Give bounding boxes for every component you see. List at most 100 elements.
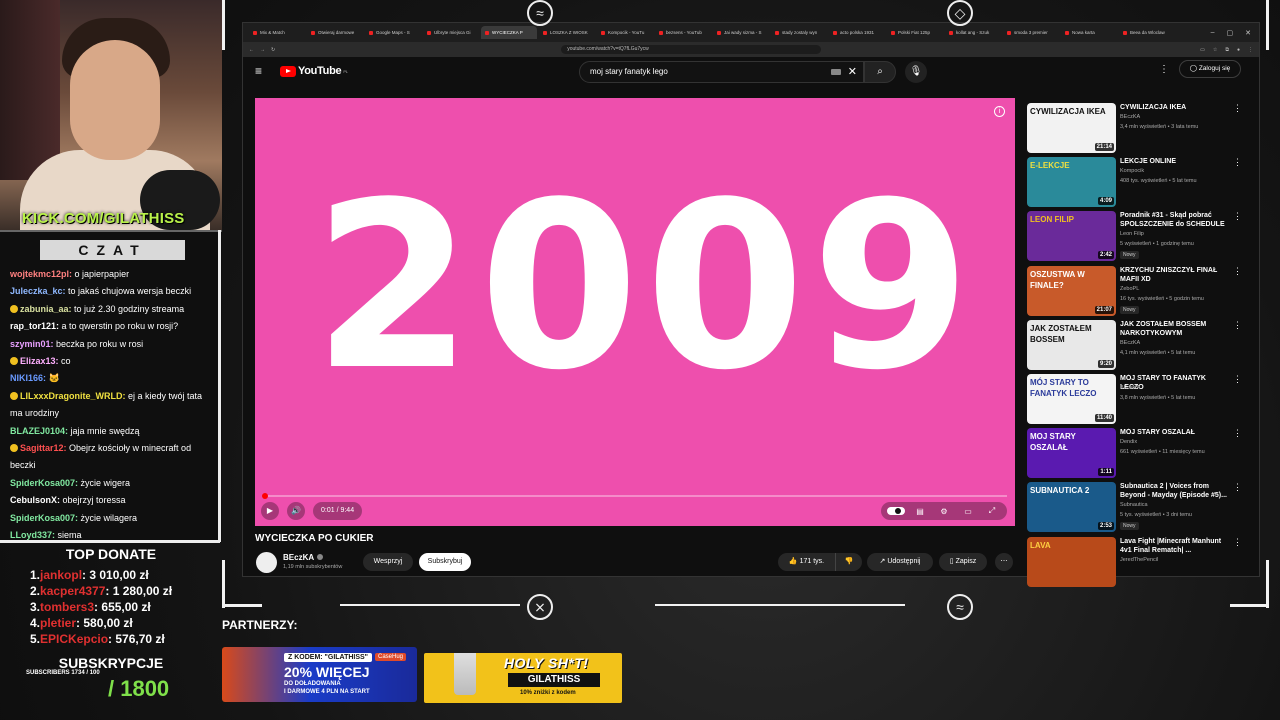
kebab-menu-icon[interactable]: ⋮ (1233, 537, 1242, 548)
search-input[interactable]: moj stary fanatyk lego ✕ (579, 61, 864, 83)
kebab-menu-icon[interactable]: ⋮ (1233, 103, 1242, 114)
url-field[interactable]: youtube.com/watch?v=tQ7fLGu7ycw (561, 45, 822, 54)
channel-name[interactable]: BEczKA (283, 553, 324, 562)
kebab-menu-icon[interactable]: ⋮ (1233, 266, 1242, 277)
more-actions-button[interactable]: ⋯ (995, 553, 1013, 571)
settings-kebab-icon[interactable]: ⋮ (1159, 64, 1169, 75)
video-title[interactable]: JAK ZOSTAŁEM BOSSEM NARKOTYKOWYM (1120, 320, 1228, 338)
share-button[interactable]: ↗ Udostępnij (867, 553, 933, 571)
video-title[interactable]: Poradnik #31 - Skąd pobrać SPOLSZCZENIE … (1120, 211, 1228, 229)
gear-icon[interactable]: ⚙ (935, 507, 953, 516)
browser-tab[interactable]: Nowa karta (1061, 26, 1117, 39)
profile-icon[interactable]: ● (1237, 47, 1240, 53)
video-thumbnail[interactable]: JAK ZOSTAŁEM BOSSEM 9:20 (1027, 319, 1116, 370)
volume-icon[interactable]: 🔊 (287, 502, 305, 520)
recommended-video[interactable]: MOJ STARY OSZALAŁ 1:11 MÓJ STARY OSZALAŁ De… (1027, 428, 1242, 482)
browser-tab[interactable]: Mix & Match (249, 26, 305, 39)
extensions-icon[interactable]: ⧉ (1225, 47, 1229, 53)
play-button[interactable]: ▶ (261, 502, 279, 520)
browser-tab[interactable]: WYCIECZKA P (481, 26, 537, 39)
browser-tab[interactable]: Otwieraj darmowe (307, 26, 363, 39)
progress-bar[interactable] (261, 493, 1007, 499)
video-thumbnail[interactable]: LEON FILIP 2:42 (1027, 211, 1116, 262)
video-thumbnail[interactable]: E-LEKCJE 4:09 (1027, 157, 1116, 208)
maximize-icon[interactable]: ▢ (1227, 29, 1234, 37)
browser-tab[interactable]: kollat ang - Szuk (945, 26, 1001, 39)
browser-tab[interactable]: smoda 3 premier (1003, 26, 1059, 39)
partner-banner-holysht[interactable]: HOLY SH*T! GILATHISS 10% zniżki z kodem (424, 653, 622, 703)
channel-name[interactable]: BEczKA (1120, 114, 1140, 120)
browser-tab[interactable]: bezsens - YouTub (655, 26, 711, 39)
browser-tab[interactable]: Jai wady sizma - S (713, 26, 769, 39)
recommended-video[interactable]: OSZUSTWA W FINALE? 21:07 KRZYCHU ZNISZCZYŁ… (1027, 265, 1242, 320)
dislike-button[interactable]: 👎 (836, 553, 862, 571)
video-thumbnail[interactable]: MÓJ STARY TO FANATYK LECZO 11:40 (1027, 373, 1116, 424)
minimize-icon[interactable]: – (1211, 29, 1215, 37)
youtube-logo[interactable]: YouTube PL (280, 65, 348, 77)
reload-icon[interactable]: ↻ (271, 47, 275, 53)
save-button[interactable]: ▯ Zapisz (939, 553, 987, 571)
channel-name[interactable]: BEczKA (1120, 385, 1140, 391)
recommended-video[interactable]: JAK ZOSTAŁEM BOSSEM 9:20 JAK ZOSTAŁEM BOSS… (1027, 319, 1242, 374)
screenshot-icon[interactable]: ▭ (1200, 47, 1205, 53)
browser-tab[interactable]: Polski Fiat 125p (887, 26, 943, 39)
channel-name[interactable]: ZeboPL (1120, 286, 1139, 292)
support-button[interactable]: Wesprzyj (363, 553, 413, 571)
recommended-video[interactable]: CYWILIZACJA IKEA 21:14 CYWILIZACJA IKEA BEc… (1027, 103, 1242, 157)
clear-icon[interactable]: ✕ (848, 62, 857, 82)
kebab-menu-icon[interactable]: ⋮ (1233, 428, 1242, 439)
autoplay-toggle[interactable] (887, 507, 905, 515)
channel-name[interactable]: Subnautica (1120, 502, 1148, 508)
video-title[interactable]: CYWILIZACJA IKEA (1120, 103, 1228, 112)
video-title[interactable]: Subnautica 2 | Voices from Beyond - Mayd… (1120, 482, 1228, 500)
channel-name[interactable]: Leon Filip (1120, 231, 1144, 237)
kebab-menu-icon[interactable]: ⋮ (1233, 374, 1242, 385)
hamburger-icon[interactable]: ≡ (255, 65, 266, 77)
channel-name[interactable]: BEczKA (1120, 340, 1140, 346)
browser-tab[interactable]: Kompocik - YouTu (597, 26, 653, 39)
voice-search-button[interactable]: 🎙 (905, 61, 927, 83)
video-title[interactable]: KRZYCHU ZNISZCZYŁ FINAŁ MAFII XD (1120, 266, 1228, 284)
browser-tab[interactable]: acto polska 1931 (829, 26, 885, 39)
channel-avatar[interactable] (256, 552, 277, 573)
kebab-menu-icon[interactable]: ⋮ (1233, 482, 1242, 493)
kebab-menu-icon[interactable]: ⋮ (1233, 320, 1242, 331)
theater-mode-icon[interactable]: ▭ (959, 507, 977, 516)
video-thumbnail[interactable]: SUBNAUTICA 2 2:53 (1027, 482, 1116, 533)
subscribe-button[interactable]: Subskrybuj (419, 553, 471, 571)
video-player[interactable]: 2009 i ▶ 🔊 0:01 / 9:44 ▤ ⚙ ▭ ⤢ (255, 98, 1015, 526)
browser-tab[interactable]: Beea da Wloclaw (1119, 26, 1175, 39)
keyboard-icon[interactable] (831, 69, 841, 75)
channel-name[interactable]: JeredThePencil (1120, 557, 1158, 563)
recommended-video[interactable]: LEON FILIP 2:42 Poradnik #31 - Skąd pobrać… (1027, 211, 1242, 265)
browser-tab[interactable]: Google Maps - S (365, 26, 421, 39)
video-thumbnail[interactable]: MOJ STARY OSZALAŁ 1:11 (1027, 428, 1116, 479)
video-title[interactable]: LEKCJE ONLINE (1120, 157, 1228, 166)
browser-menu-icon[interactable]: ⋮ (1248, 47, 1253, 53)
info-icon[interactable]: i (994, 106, 1005, 117)
recommended-video[interactable]: E-LEKCJE 4:09 LEKCJE ONLINE Kompocik 408 tys… (1027, 157, 1242, 211)
login-button[interactable]: ◯ Zaloguj się (1179, 60, 1241, 78)
video-title[interactable]: Lava Fight |Minecraft Manhunt 4v1 Final … (1120, 537, 1228, 555)
bookmark-icon[interactable]: ☆ (1213, 47, 1217, 53)
video-title[interactable]: MÓJ STARY OSZALAŁ (1120, 428, 1228, 437)
search-button[interactable]: ⌕ (864, 61, 896, 83)
browser-tab[interactable]: LOSZKA Z WIOSK (539, 26, 595, 39)
like-button[interactable]: 👍 171 tys. (778, 553, 836, 571)
back-icon[interactable]: ← (249, 47, 254, 53)
video-thumbnail[interactable]: CYWILIZACJA IKEA 21:14 (1027, 103, 1116, 153)
subtitles-icon[interactable]: ▤ (911, 507, 929, 516)
fullscreen-icon[interactable]: ⤢ (983, 506, 1001, 516)
browser-tab[interactable]: Ulbryte miejsca Gi (423, 26, 479, 39)
channel-name[interactable]: Kompocik (1120, 168, 1144, 174)
partner-banner-casehug[interactable]: Z KODEM: "GILATHISS" 20% WIĘCEJ DO DOŁAD… (222, 647, 417, 702)
recommended-video[interactable]: SUBNAUTICA 2 2:53 Subnautica 2 | Voices fr… (1027, 482, 1242, 536)
browser-tab[interactable]: stady zostaly wyn (771, 26, 827, 39)
close-icon[interactable]: ✕ (1245, 29, 1251, 37)
progress-handle[interactable] (261, 493, 268, 499)
kebab-menu-icon[interactable]: ⋮ (1233, 211, 1242, 222)
forward-icon[interactable]: → (260, 47, 265, 53)
recommended-video[interactable]: LAVA Lava Fight |Minecraft Manhunt 4v1 Fi… (1027, 536, 1242, 591)
recommended-video[interactable]: MÓJ STARY TO FANATYK LECZO 11:40 MÓJ STARY… (1027, 373, 1242, 428)
channel-name[interactable]: Dendix (1120, 439, 1137, 445)
